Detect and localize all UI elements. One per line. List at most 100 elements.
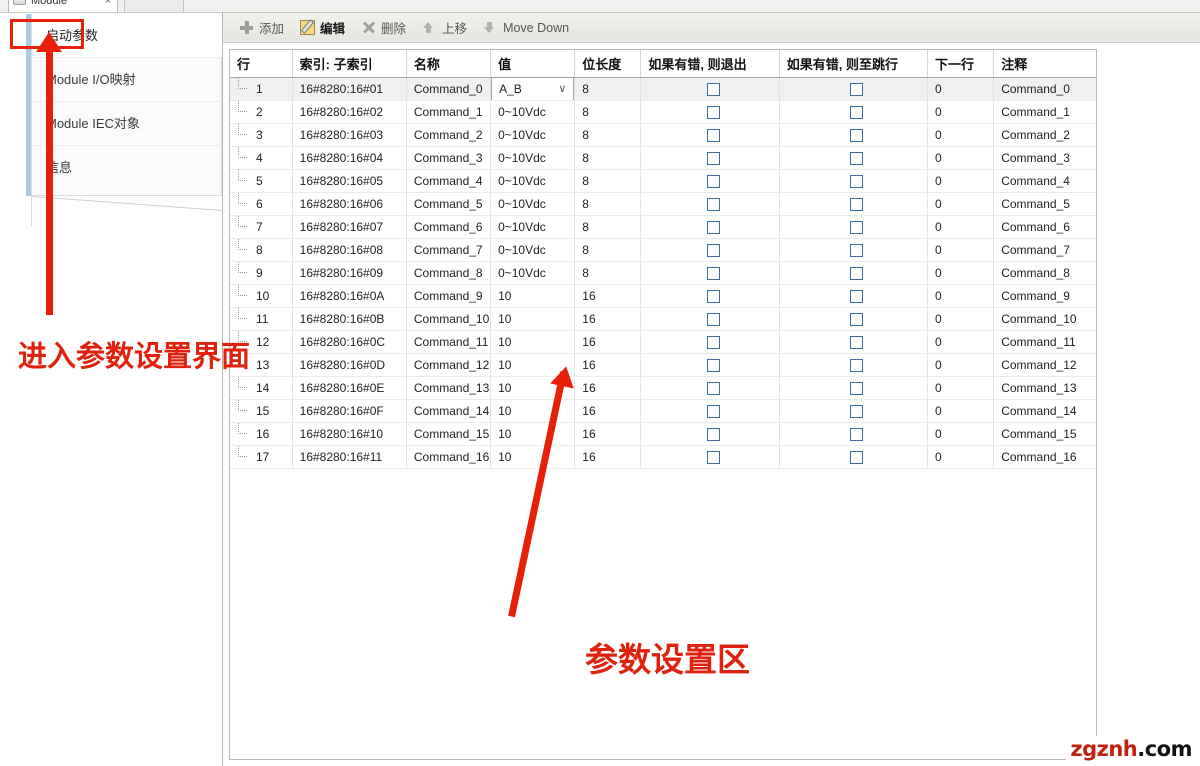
cell-value[interactable]: A_B∨ [491,77,575,100]
cell-jump-on-error[interactable] [779,422,927,445]
table-row[interactable]: 816#8280:16#08Command_70~10Vdc80Command_… [230,238,1097,261]
cell-jump-on-error[interactable] [779,376,927,399]
checkbox-icon[interactable] [707,129,720,142]
sidebar-item-information[interactable]: 信息 [32,146,223,190]
cell-abort-on-error[interactable] [641,238,779,261]
checkbox-icon[interactable] [850,198,863,211]
checkbox-icon[interactable] [850,267,863,280]
checkbox-icon[interactable] [850,359,863,372]
checkbox-icon[interactable] [850,221,863,234]
table-row[interactable]: 616#8280:16#06Command_50~10Vdc80Command_… [230,192,1097,215]
cell-jump-on-error[interactable] [779,399,927,422]
cell-jump-on-error[interactable] [779,169,927,192]
cell-abort-on-error[interactable] [641,307,779,330]
table-row[interactable]: 1516#8280:16#0FCommand_1410160Command_14 [230,399,1097,422]
close-icon[interactable]: × [105,0,111,12]
cell-abort-on-error[interactable] [641,422,779,445]
cell-jump-on-error[interactable] [779,353,927,376]
checkbox-icon[interactable] [707,221,720,234]
cell-jump-on-error[interactable] [779,307,927,330]
checkbox-icon[interactable] [850,290,863,303]
checkbox-icon[interactable] [707,336,720,349]
cell-jump-on-error[interactable] [779,284,927,307]
checkbox-icon[interactable] [850,106,863,119]
cell-jump-on-error[interactable] [779,215,927,238]
checkbox-icon[interactable] [707,244,720,257]
checkbox-icon[interactable] [850,428,863,441]
checkbox-icon[interactable] [850,83,863,96]
checkbox-icon[interactable] [707,106,720,119]
move-up-button[interactable]: 上移 [414,16,475,40]
checkbox-icon[interactable] [707,175,720,188]
table-row[interactable]: 516#8280:16#05Command_40~10Vdc80Command_… [230,169,1097,192]
cell-jump-on-error[interactable] [779,238,927,261]
cell-jump-on-error[interactable] [779,146,927,169]
table-row[interactable]: 1016#8280:16#0ACommand_910160Command_9 [230,284,1097,307]
sidebar-item-module-iec-objects[interactable]: Module IEC对象 [32,102,223,146]
checkbox-icon[interactable] [707,428,720,441]
checkbox-icon[interactable] [850,382,863,395]
checkbox-icon[interactable] [850,451,863,464]
col-header-value[interactable]: 值 [491,50,575,77]
cell-abort-on-error[interactable] [641,445,779,468]
checkbox-icon[interactable] [850,313,863,326]
cell-abort-on-error[interactable] [641,192,779,215]
cell-abort-on-error[interactable] [641,100,779,123]
cell-jump-on-error[interactable] [779,100,927,123]
checkbox-icon[interactable] [850,129,863,142]
checkbox-icon[interactable] [707,313,720,326]
cell-jump-on-error[interactable] [779,123,927,146]
cell-abort-on-error[interactable] [641,330,779,353]
table-row[interactable]: 216#8280:16#02Command_10~10Vdc80Command_… [230,100,1097,123]
checkbox-icon[interactable] [707,152,720,165]
cell-abort-on-error[interactable] [641,284,779,307]
cell-jump-on-error[interactable] [779,445,927,468]
checkbox-icon[interactable] [850,152,863,165]
cell-abort-on-error[interactable] [641,399,779,422]
edit-button[interactable]: 编辑 [292,16,353,40]
cell-abort-on-error[interactable] [641,261,779,284]
col-header-comment[interactable]: 注释 [994,50,1097,77]
table-row[interactable]: 1716#8280:16#11Command_1610160Command_16 [230,445,1097,468]
delete-button[interactable]: 删除 [353,16,414,40]
sidebar-item-module-io-mapping[interactable]: Module I/O映射 [32,58,223,102]
checkbox-icon[interactable] [850,175,863,188]
cell-abort-on-error[interactable] [641,77,779,100]
value-dropdown[interactable]: A_B∨ [491,77,574,100]
checkbox-icon[interactable] [850,244,863,257]
cell-abort-on-error[interactable] [641,376,779,399]
cell-abort-on-error[interactable] [641,123,779,146]
cell-jump-on-error[interactable] [779,192,927,215]
table-row[interactable]: 916#8280:16#09Command_80~10Vdc80Command_… [230,261,1097,284]
cell-jump-on-error[interactable] [779,330,927,353]
table-row[interactable]: 416#8280:16#04Command_30~10Vdc80Command_… [230,146,1097,169]
chevron-down-icon[interactable]: ∨ [551,82,573,95]
cell-abort-on-error[interactable] [641,353,779,376]
cell-abort-on-error[interactable] [641,169,779,192]
col-header-jump-on-error[interactable]: 如果有错, 则至跳行 [779,50,927,77]
col-header-name[interactable]: 名称 [406,50,490,77]
table-row[interactable]: 716#8280:16#07Command_60~10Vdc80Command_… [230,215,1097,238]
col-header-bitlength[interactable]: 位长度 [575,50,641,77]
tab-secondary[interactable] [124,0,184,12]
checkbox-icon[interactable] [707,267,720,280]
checkbox-icon[interactable] [707,451,720,464]
col-header-row[interactable]: 行 [230,50,292,77]
cell-jump-on-error[interactable] [779,77,927,100]
table-row[interactable]: 1116#8280:16#0BCommand_1010160Command_10 [230,307,1097,330]
checkbox-icon[interactable] [707,83,720,96]
col-header-abort-on-error[interactable]: 如果有错, 则退出 [641,50,779,77]
table-row[interactable]: 1216#8280:16#0CCommand_1110160Command_11 [230,330,1097,353]
cell-jump-on-error[interactable] [779,261,927,284]
checkbox-icon[interactable] [707,382,720,395]
col-header-index[interactable]: 索引: 子索引 [292,50,406,77]
col-header-next-line[interactable]: 下一行 [928,50,994,77]
checkbox-icon[interactable] [707,198,720,211]
table-row[interactable]: 1416#8280:16#0ECommand_1310160Command_13 [230,376,1097,399]
table-row[interactable]: 116#8280:16#01Command_0A_B∨80Command_0 [230,77,1097,100]
add-button[interactable]: 添加 [231,16,292,40]
table-row[interactable]: 316#8280:16#03Command_20~10Vdc80Command_… [230,123,1097,146]
table-row[interactable]: 1316#8280:16#0DCommand_1210160Command_12 [230,353,1097,376]
checkbox-icon[interactable] [850,336,863,349]
checkbox-icon[interactable] [850,405,863,418]
